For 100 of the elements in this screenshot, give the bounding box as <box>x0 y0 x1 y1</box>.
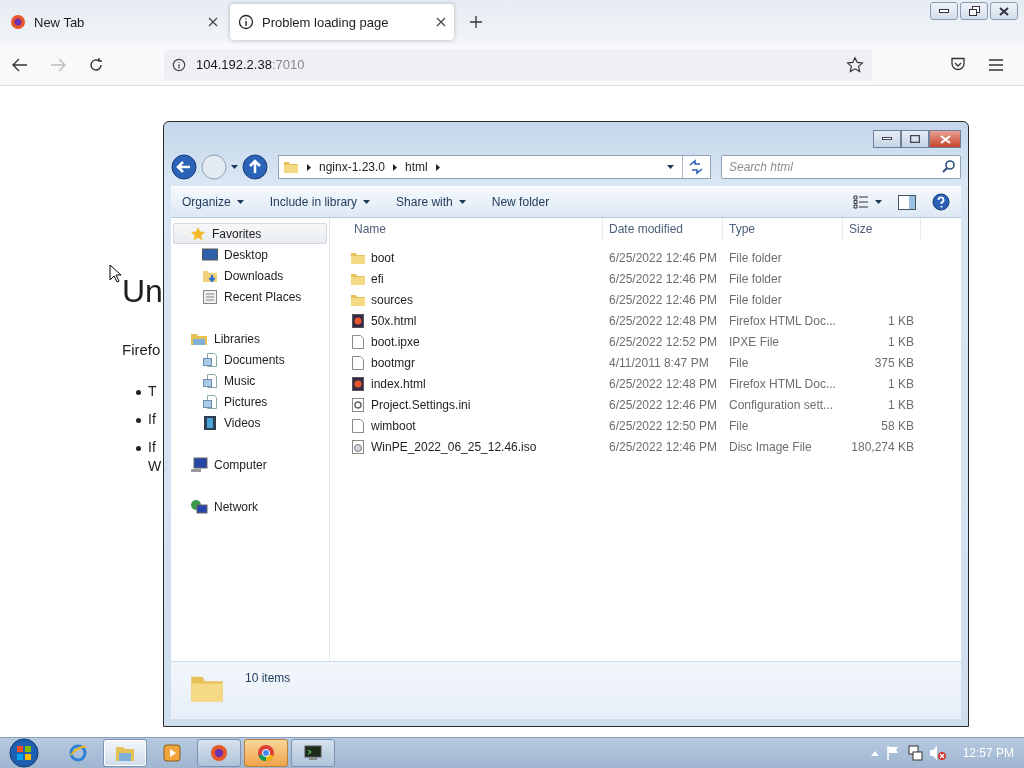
size-cell-text: 1 KB <box>887 397 915 412</box>
info-icon <box>238 14 254 30</box>
type-cell-text: Disc Image File <box>728 439 813 454</box>
type-cell-text: File <box>728 355 750 370</box>
minimize-icon <box>882 137 892 141</box>
nav-item[interactable]: Pictures <box>173 391 327 412</box>
type-cell-text: IPXE File <box>728 334 780 349</box>
maximize-button[interactable] <box>901 130 929 148</box>
close-button[interactable] <box>929 130 961 148</box>
column-header[interactable]: Name <box>348 218 603 240</box>
close-icon <box>939 134 951 144</box>
close-icon[interactable] <box>436 17 446 27</box>
media-player-icon <box>163 744 181 762</box>
file-row[interactable]: Project.Settings.ini 6/25/2022 12:46 PM Configuration sett... 1 KB <box>330 394 961 415</box>
caret-icon <box>363 200 371 204</box>
menu-icon <box>989 58 1003 71</box>
minimize-button[interactable] <box>873 130 901 148</box>
nav-item[interactable]: Desktop <box>173 244 327 265</box>
toolbar-button[interactable]: Organize <box>175 190 251 214</box>
muted-speaker-icon[interactable] <box>928 745 947 761</box>
chevron-right-icon <box>393 163 398 171</box>
plus-icon <box>469 15 483 29</box>
file-name: bootmgr <box>371 355 416 370</box>
file-row[interactable]: bootmgr 4/11/2011 8:47 PM File 375 KB <box>330 352 961 373</box>
file-name: wimboot <box>371 418 416 433</box>
pointer-icon <box>109 264 121 283</box>
help-icon <box>932 193 950 211</box>
file-icon <box>350 333 366 350</box>
document-icon <box>350 375 366 392</box>
breadcrumb-item[interactable]: nginx-1.23.0 <box>319 160 386 174</box>
date-cell-text: 6/25/2022 12:46 PM <box>608 397 719 412</box>
file-row[interactable]: efi 6/25/2022 12:46 PM File folder <box>330 268 961 289</box>
pane-icon <box>898 194 916 210</box>
browser-e-icon <box>68 743 88 763</box>
recent-places-icon <box>202 288 218 305</box>
breadcrumb-item[interactable]: html <box>405 160 428 174</box>
type-cell-text: File folder <box>728 271 783 286</box>
date-cell-text: 6/25/2022 12:46 PM <box>608 439 719 454</box>
file-row[interactable]: wimboot 6/25/2022 12:50 PM File 58 KB <box>330 415 961 436</box>
file-name: 50x.html <box>371 313 417 328</box>
chevron-right-icon <box>435 163 440 171</box>
monitor-icon <box>303 745 323 761</box>
nav-item[interactable]: Documents <box>173 349 327 370</box>
taskbar-button[interactable] <box>197 739 241 767</box>
file-row[interactable]: 50x.html 6/25/2022 12:48 PM Firefox HTML Doc... 1 KB <box>330 310 961 331</box>
column-header[interactable]: Date modified <box>603 218 723 240</box>
nav-item[interactable]: Computer <box>173 454 327 475</box>
folder-icon <box>283 159 299 175</box>
chevron-right-icon <box>307 163 311 171</box>
type-cell-text: File <box>728 418 750 433</box>
file-name: boot <box>371 250 395 265</box>
list-text: If <box>148 438 157 457</box>
chrome-icon <box>256 743 276 763</box>
pocket-icon <box>950 57 966 72</box>
nav-item[interactable]: Favorites <box>173 223 327 244</box>
library-icon <box>202 372 218 389</box>
nav-item[interactable]: Recent Places <box>173 286 327 307</box>
nav-item[interactable]: Network <box>173 496 327 517</box>
column-header[interactable]: Type <box>723 218 843 240</box>
up-button[interactable] <box>242 154 268 180</box>
taskbar-button[interactable] <box>291 739 335 767</box>
maximize-icon <box>910 135 920 143</box>
close-button[interactable] <box>990 2 1018 20</box>
file-row[interactable]: WinPE_2022_06_25_12.46.iso 6/25/2022 12:46 PM Disc Image File 180,274 KB <box>330 436 961 457</box>
address-field[interactable]: nginx-1.23.0 html <box>278 155 711 179</box>
star-icon[interactable] <box>846 55 864 74</box>
close-icon[interactable] <box>208 17 218 27</box>
date-cell-text: 6/25/2022 12:46 PM <box>608 292 719 307</box>
bullet-dot <box>136 446 141 451</box>
film-icon <box>202 414 218 431</box>
type-cell-text: File folder <box>728 292 783 307</box>
toolbar-button[interactable]: Include in library <box>262 190 378 214</box>
file-row[interactable]: boot.ipxe 6/25/2022 12:52 PM IPXE File 1 KB <box>330 331 961 352</box>
back-button[interactable] <box>171 154 197 180</box>
file-row[interactable]: boot 6/25/2022 12:46 PM File folder <box>330 247 961 268</box>
type-cell-text: Firefox HTML Doc... <box>728 313 837 328</box>
nav-item[interactable]: Downloads <box>173 265 327 286</box>
search-field[interactable]: Search html <box>721 155 961 179</box>
forward-arrow-icon <box>50 57 66 72</box>
minimize-icon <box>939 9 949 13</box>
restore-button[interactable] <box>960 2 988 20</box>
toolbar-button[interactable]: New folder <box>484 190 557 214</box>
toolbar-button[interactable]: Share with <box>389 190 473 214</box>
date-cell-text: 6/25/2022 12:46 PM <box>608 250 719 265</box>
nav-item[interactable]: Libraries <box>173 328 327 349</box>
browser-tab[interactable]: Problem loading page <box>230 4 454 40</box>
caret-icon <box>667 165 674 169</box>
file-row[interactable]: sources 6/25/2022 12:46 PM File folder <box>330 289 961 310</box>
browser-tab[interactable]: New Tab <box>2 4 226 40</box>
url-field[interactable]: 104.192.2.38:7010 <box>164 48 872 81</box>
size-cell-text: 1 KB <box>887 334 915 349</box>
caret-icon <box>231 165 238 169</box>
file-row[interactable]: index.html 6/25/2022 12:48 PM Firefox HTML Doc... 1 KB <box>330 373 961 394</box>
nav-item[interactable]: Music <box>173 370 327 391</box>
nav-item[interactable]: Videos <box>173 412 327 433</box>
date-cell-text: 4/11/2011 8:47 PM <box>608 355 710 370</box>
network-icon[interactable] <box>906 745 923 761</box>
minimize-button[interactable] <box>930 2 958 20</box>
document-icon <box>350 312 366 329</box>
column-header[interactable]: Size <box>843 218 921 240</box>
